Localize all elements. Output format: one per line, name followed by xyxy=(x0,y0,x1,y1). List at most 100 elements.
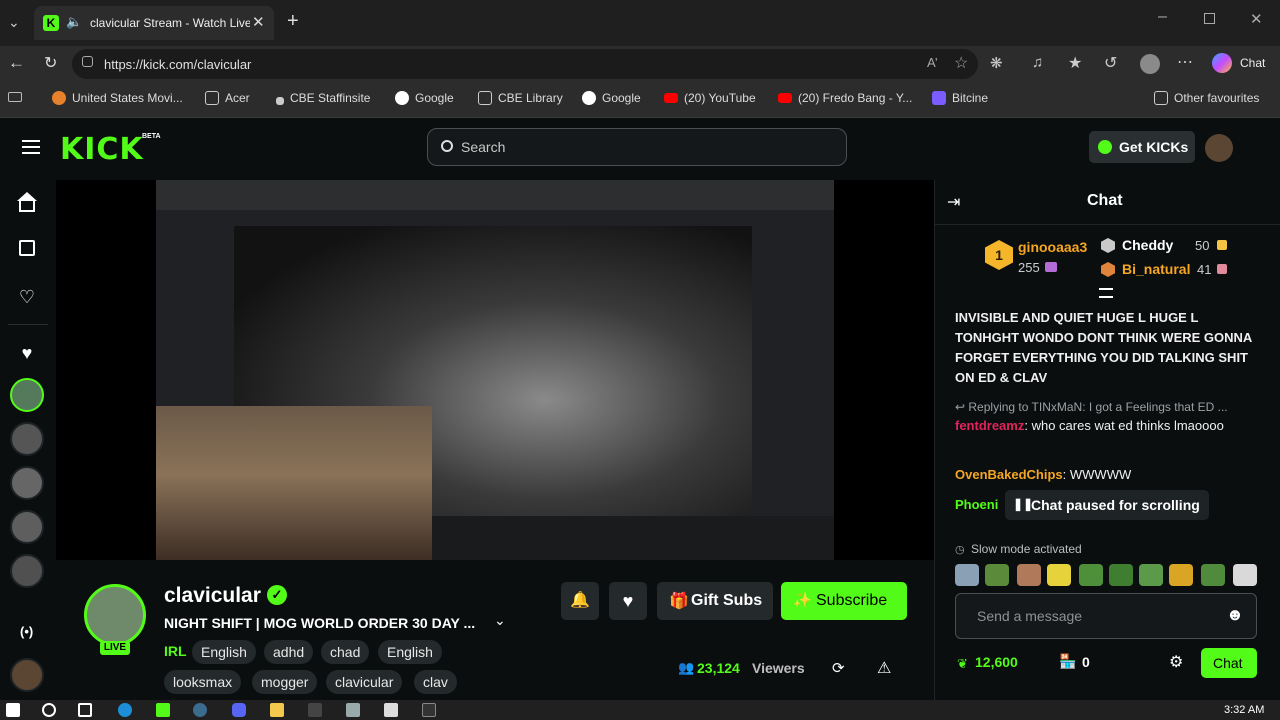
emote-ixi-icon[interactable] xyxy=(1047,564,1071,586)
gift-subs-button[interactable]: 🎁 Gift Subs xyxy=(657,582,773,620)
edge-icon[interactable] xyxy=(118,703,132,717)
emote-salt-icon[interactable] xyxy=(1233,564,1257,586)
emote-pepe-icon[interactable] xyxy=(1201,564,1225,586)
emote-pepe-icon[interactable] xyxy=(1139,564,1163,586)
streamer-name[interactable]: clavicular xyxy=(164,584,261,608)
page-info-icon[interactable] xyxy=(82,56,93,67)
emote-rocket-icon[interactable] xyxy=(955,564,979,586)
chat-username[interactable]: fentdreamz xyxy=(955,418,1024,433)
more-menu-icon[interactable]: ⋯ xyxy=(1177,52,1193,72)
emote-frog-icon[interactable] xyxy=(985,564,1009,586)
steam-icon[interactable] xyxy=(193,703,207,717)
tab-list-chevron-icon[interactable]: ⌄ xyxy=(8,14,20,31)
bookmark-youtube-2[interactable]: (20) Fredo Bang - Y... xyxy=(778,91,912,105)
bookmark-movies[interactable]: United States Movi... xyxy=(52,91,183,105)
back-icon[interactable]: ← xyxy=(8,53,25,73)
share-icon[interactable]: ⟳ xyxy=(832,659,845,677)
start-windows-icon[interactable] xyxy=(6,703,20,717)
follow-button[interactable]: ♥ xyxy=(609,582,647,620)
extensions-icon[interactable]: ❋ xyxy=(990,54,1003,72)
bookmark-acer[interactable]: Acer xyxy=(205,91,250,105)
tab-close-icon[interactable]: ✕ xyxy=(252,13,265,31)
collapse-chat-icon[interactable]: ⇥ xyxy=(947,192,960,212)
following-heart-icon[interactable]: ♡ xyxy=(16,286,38,308)
followed-channel-avatar[interactable] xyxy=(10,466,44,500)
expand-title-chevron-icon[interactable]: ⌄ xyxy=(494,612,506,629)
bookmark-youtube-1[interactable]: (20) YouTube xyxy=(664,91,756,105)
emoji-picker-icon[interactable]: ☻ xyxy=(1226,605,1244,625)
expand-leaderboard-icon[interactable] xyxy=(1099,288,1113,298)
bell-button[interactable]: 🔔 xyxy=(561,582,599,620)
report-warning-icon[interactable]: ⚠ xyxy=(877,658,891,678)
home-icon[interactable] xyxy=(16,192,38,214)
favorites-bar-toggle-icon[interactable] xyxy=(8,92,22,102)
expand-sidebar-icon[interactable]: (•) xyxy=(20,624,33,639)
read-aloud-icon[interactable]: A’ xyxy=(927,55,938,70)
file-explorer-icon[interactable] xyxy=(270,703,284,717)
channel-points[interactable]: 12,600 xyxy=(975,654,1018,670)
current-user-avatar[interactable] xyxy=(10,658,44,692)
history-icon[interactable]: ↺ xyxy=(1104,53,1117,73)
hamburger-menu-icon[interactable] xyxy=(22,140,40,154)
restore-button[interactable] xyxy=(1204,13,1215,24)
tag-clav[interactable]: clav xyxy=(414,670,457,694)
chat-paused-notice[interactable]: ❚❚ Chat paused for scrolling xyxy=(1005,490,1209,520)
stream-category[interactable]: IRL xyxy=(164,643,187,659)
tag-looksmax[interactable]: looksmax xyxy=(164,670,242,694)
tag-mogger[interactable]: mogger xyxy=(252,670,318,694)
tag-chad[interactable]: chad xyxy=(321,640,370,664)
profile-avatar[interactable] xyxy=(1140,54,1160,74)
stream-video-frame[interactable] xyxy=(156,180,834,560)
app-icon[interactable] xyxy=(346,703,360,717)
store-icon[interactable] xyxy=(384,703,398,717)
favorite-star-icon[interactable]: ☆ xyxy=(954,53,968,73)
tag-english[interactable]: English xyxy=(192,640,256,664)
bookmark-other-favourites[interactable]: Other favourites xyxy=(1154,91,1259,105)
send-message-input[interactable]: Send a message ☻ xyxy=(955,593,1257,639)
browser-tab[interactable]: K 🔈 clavicular Stream - Watch Live ✕ xyxy=(34,6,274,40)
tag-english-2[interactable]: English xyxy=(378,640,442,664)
chat-username[interactable]: Phoeni xyxy=(955,497,998,512)
emote-face-icon[interactable] xyxy=(1017,564,1041,586)
favorites-icon[interactable]: ★ xyxy=(1068,53,1082,73)
bookmark-google-2[interactable]: Google xyxy=(582,91,641,105)
system-clock[interactable]: 3:32 AM xyxy=(1224,704,1264,716)
streamer-avatar[interactable] xyxy=(84,584,146,646)
get-kicks-button[interactable]: Get KICKs xyxy=(1089,131,1195,163)
bookmark-staffinsite[interactable]: CBE Staffinsite xyxy=(276,91,370,105)
leaderboard-second-name[interactable]: Cheddy xyxy=(1122,237,1173,253)
store-icon[interactable]: 🏪 xyxy=(1059,653,1076,670)
browse-icon[interactable] xyxy=(19,240,35,256)
emote-crown-icon[interactable] xyxy=(1169,564,1193,586)
followed-channel-avatar[interactable] xyxy=(10,378,44,412)
tag-clavicular[interactable]: clavicular xyxy=(326,670,403,694)
tab-audio-icon[interactable]: 🔈 xyxy=(66,14,82,30)
minimize-button[interactable]: – xyxy=(1158,8,1167,26)
terminal-icon[interactable] xyxy=(422,703,436,717)
bookmark-google-1[interactable]: Google xyxy=(395,91,454,105)
refresh-icon[interactable]: ↻ xyxy=(44,53,57,73)
tag-adhd[interactable]: adhd xyxy=(264,640,314,664)
bookmark-bitcine[interactable]: Bitcine xyxy=(932,91,988,105)
bookmark-cbe-library[interactable]: CBE Library xyxy=(478,91,563,105)
reply-context[interactable]: ↩ Replying to TINxMaN: I got a Feelings … xyxy=(955,397,1255,417)
search-icon[interactable] xyxy=(42,703,56,717)
send-chat-button[interactable]: Chat xyxy=(1201,648,1257,678)
user-avatar[interactable] xyxy=(1205,134,1233,162)
close-window-button[interactable]: ✕ xyxy=(1250,10,1263,28)
leaderboard-first-name[interactable]: ginooaaa3 xyxy=(1018,239,1087,255)
chat-settings-gear-icon[interactable]: ⚙ xyxy=(1169,652,1183,672)
kick-app-icon[interactable] xyxy=(156,703,170,717)
new-tab-button[interactable]: + xyxy=(287,10,299,33)
followed-channel-avatar[interactable] xyxy=(10,554,44,588)
copilot-label[interactable]: Chat xyxy=(1240,56,1265,70)
video-player[interactable] xyxy=(56,180,934,560)
task-view-icon[interactable] xyxy=(78,703,92,717)
chat-username[interactable]: OvenBakedChips xyxy=(955,467,1063,482)
epic-games-icon[interactable] xyxy=(308,703,322,717)
followed-channel-avatar[interactable] xyxy=(10,510,44,544)
subscribe-button[interactable]: ✨ Subscribe xyxy=(781,582,907,620)
discord-icon[interactable] xyxy=(232,703,246,717)
leaderboard-third-name[interactable]: Bi_natural xyxy=(1122,261,1190,277)
media-icon[interactable]: ♫ xyxy=(1032,54,1043,71)
